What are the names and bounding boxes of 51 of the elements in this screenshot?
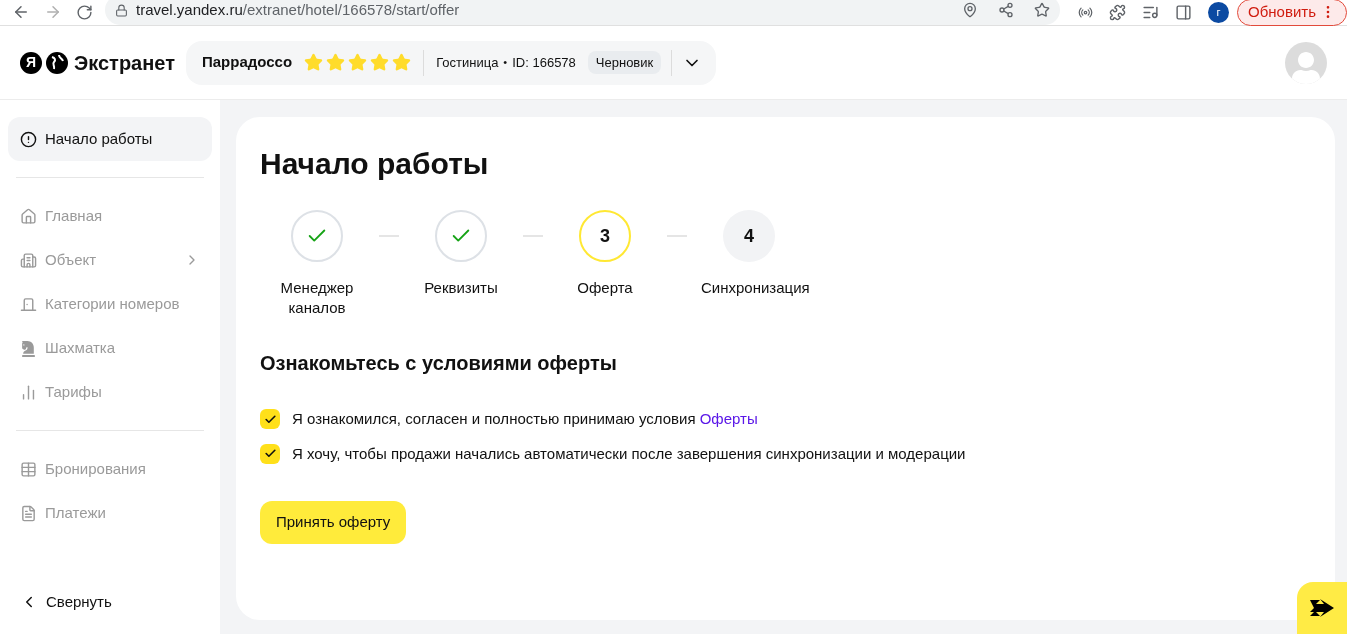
offer-link[interactable]: Оферты: [699, 410, 758, 427]
chess-knight-icon: [20, 339, 37, 357]
profile-avatar[interactable]: г: [1208, 1, 1230, 23]
lock-icon: [115, 3, 128, 17]
check-icon: [263, 412, 277, 426]
url-text: travel.yandex.ru/extranet/hotel/166578/start/offer: [136, 0, 461, 20]
hotel-id: ID: 166578: [512, 53, 576, 72]
logo-text: Экстранет: [74, 50, 175, 76]
bar-chart-icon: [20, 383, 37, 401]
user-silhouette-icon: [1290, 51, 1322, 84]
agreement-text: Я хочу, чтобы продажи начались автоматически после завершения синхронизации и модерации: [292, 443, 966, 464]
step-label: Синхронизация: [700, 278, 809, 298]
separator-dot: •: [503, 55, 508, 71]
sidebar-item[interactable]: Начало работы: [8, 117, 212, 161]
share-icon[interactable]: [998, 2, 1015, 18]
reload-icon[interactable]: [76, 3, 93, 21]
star-icon: [326, 53, 346, 72]
checkbox[interactable]: [260, 443, 280, 464]
building-icon: [20, 251, 37, 269]
update-button[interactable]: Обновить: [1237, 0, 1347, 26]
home-icon: [20, 207, 37, 225]
location-icon[interactable]: [962, 2, 979, 18]
document-icon: [20, 504, 37, 522]
hotel-selector[interactable]: Паррадоссо Гостиница • ID: 166578 Черновик: [186, 40, 717, 85]
collapse-button[interactable]: Свернуть: [8, 582, 212, 622]
section-title: Ознакомьтесь с условиями оферты: [260, 351, 618, 376]
back-icon[interactable]: [12, 3, 30, 21]
send-arrow-icon: [1308, 596, 1336, 620]
page-title: Начало работы: [260, 146, 490, 182]
checkbox[interactable]: [260, 409, 280, 430]
address-bar[interactable]: travel.yandex.ru/extranet/hotel/166578/start/offer: [105, 0, 1061, 25]
table-icon: [20, 460, 37, 478]
star-icon: [304, 53, 324, 72]
chat-widget-button[interactable]: [1297, 582, 1347, 634]
puzzle-icon[interactable]: [1109, 3, 1127, 21]
star-icon: [348, 53, 368, 72]
hotel-type: Гостиница: [436, 53, 499, 72]
side-panel-icon[interactable]: [1175, 3, 1193, 21]
agreement-text: Я ознакомился, согласен и полностью принимаю условия Оферты: [292, 409, 758, 429]
logo-letter: Я: [20, 51, 42, 74]
accept-offer-button[interactable]: Принять оферту: [260, 501, 407, 544]
step-label: Менеджер каналов: [279, 278, 355, 318]
star-icon: [392, 53, 412, 72]
star-icon: [370, 53, 390, 72]
bookmark-star-icon[interactable]: [1034, 2, 1051, 18]
door-icon: [20, 295, 37, 313]
step-label: Оферта: [576, 278, 634, 298]
status-badge: Черновик: [587, 50, 662, 75]
step-label: Реквизиты: [423, 278, 499, 298]
alert-icon: [20, 130, 37, 148]
hotel-name: Паррадоссо: [202, 52, 293, 73]
